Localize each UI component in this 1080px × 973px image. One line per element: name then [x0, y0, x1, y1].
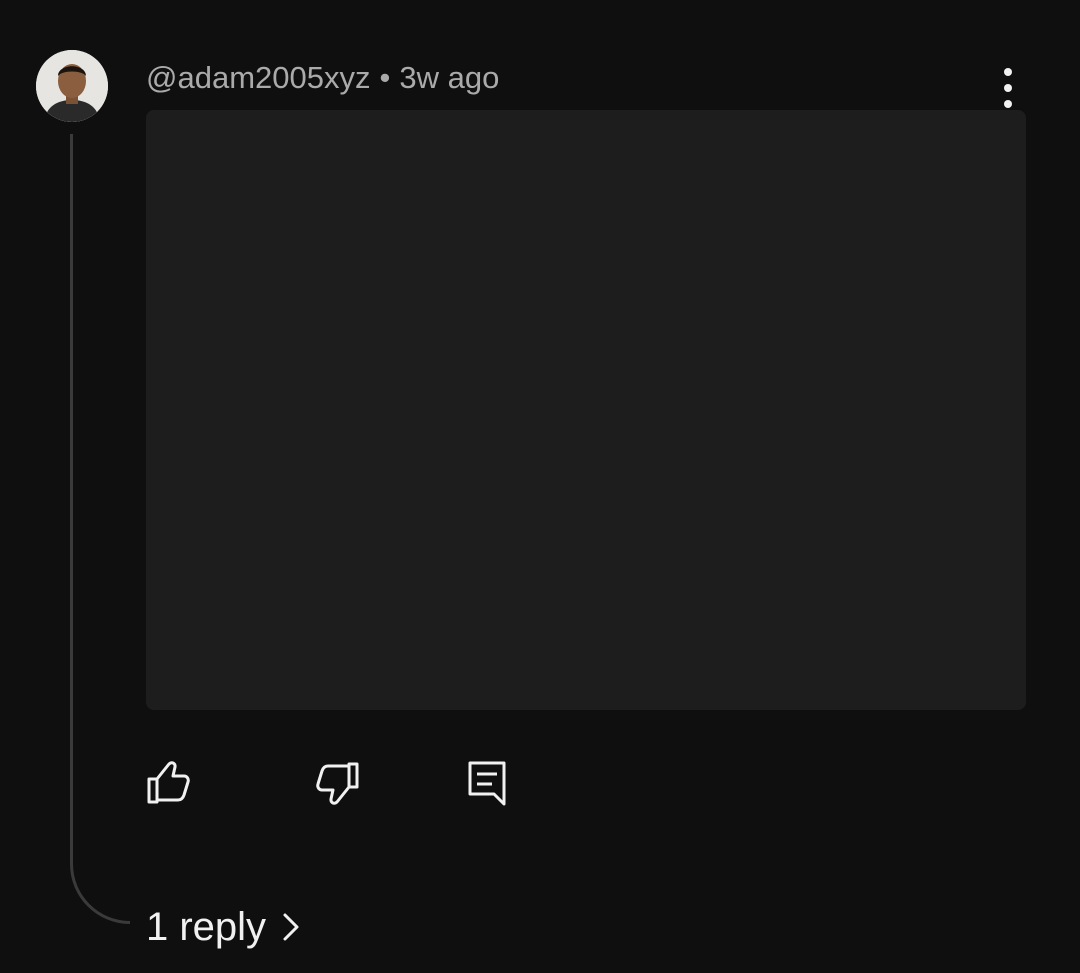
avatar[interactable]	[36, 50, 108, 122]
author-handle[interactable]: @adam2005xyz	[146, 60, 370, 96]
more-options-button[interactable]	[990, 66, 1026, 110]
more-vertical-icon	[1004, 68, 1012, 76]
thumbs-up-icon	[147, 761, 190, 804]
comment-thread: @adam2005xyz • 3w ago 1 reply	[0, 0, 1080, 973]
timestamp[interactable]: 3w ago	[399, 60, 499, 96]
reply-button[interactable]	[464, 760, 510, 806]
comment-body	[146, 110, 1026, 710]
replies-toggle[interactable]: 1 reply	[146, 902, 302, 952]
separator: •	[379, 60, 391, 95]
like-button[interactable]	[146, 760, 192, 806]
thread-line	[70, 134, 130, 924]
thumbs-down-icon	[316, 762, 359, 805]
comment-header: @adam2005xyz • 3w ago	[146, 58, 499, 98]
user-photo-avatar-icon	[36, 50, 108, 122]
chevron-right-icon	[283, 913, 299, 941]
dislike-button[interactable]	[314, 760, 360, 806]
replies-count-label: 1 reply	[146, 904, 267, 949]
reply-comment-icon	[468, 761, 506, 806]
